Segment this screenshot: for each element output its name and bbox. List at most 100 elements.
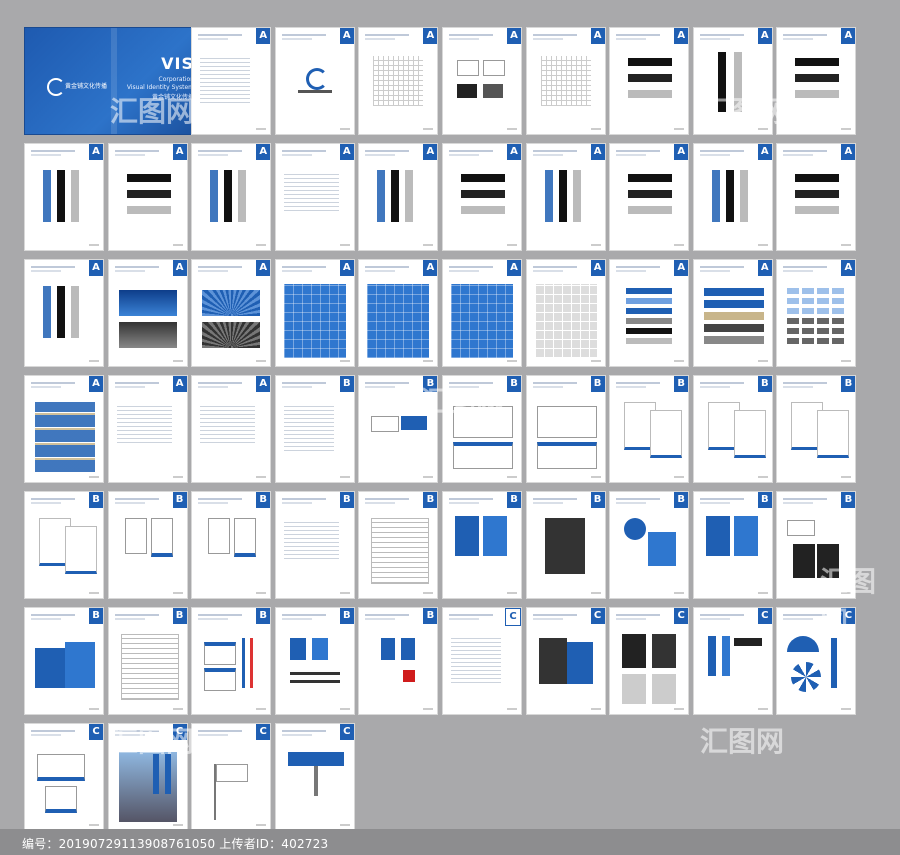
section-tab: A — [423, 144, 438, 160]
manual-page: B — [358, 607, 439, 715]
page-number-line — [674, 360, 685, 362]
page-header-line — [198, 38, 229, 40]
text-line — [283, 414, 334, 415]
page-header-line — [198, 34, 243, 36]
text-line — [200, 442, 256, 443]
page-header-line — [449, 34, 493, 36]
text-line — [200, 62, 251, 63]
page-number-line — [256, 128, 267, 130]
section-tab: A — [674, 260, 689, 276]
page-header-line — [449, 154, 479, 156]
logo-bar — [126, 206, 171, 214]
manual-page: B — [609, 375, 690, 483]
logo-row — [787, 308, 848, 314]
page-number-line — [841, 128, 852, 130]
page-header-line — [616, 38, 647, 40]
folder — [733, 516, 758, 556]
folder — [455, 516, 479, 556]
page-header-line — [31, 730, 75, 732]
page-header-line — [532, 150, 577, 152]
page-number-line — [757, 476, 768, 478]
manual-page: A — [274, 27, 355, 135]
text-line — [116, 430, 172, 431]
page-header-line — [31, 270, 61, 272]
page-header-line — [31, 266, 75, 268]
manual-page: A — [442, 259, 522, 367]
manual-page: C — [692, 607, 773, 715]
logo-box — [483, 60, 505, 76]
page-header-line — [114, 382, 159, 384]
folder — [705, 516, 730, 556]
page-number-line — [757, 128, 768, 130]
manual-page: A — [609, 27, 690, 135]
page-number-line — [172, 244, 183, 246]
text-line — [283, 206, 339, 207]
page-number-line — [89, 360, 99, 362]
page-number-line — [256, 476, 267, 478]
section-tab: B — [674, 376, 689, 392]
cover-line3: 黄金铺文化传播 — [151, 94, 194, 101]
page-header-line — [699, 382, 744, 384]
manual-page: A — [609, 259, 690, 367]
logo-bar — [733, 52, 742, 112]
text-line — [283, 178, 339, 179]
text-line — [116, 422, 172, 423]
logo-bar — [725, 170, 734, 222]
page-number-line — [256, 708, 267, 710]
logo-bar — [558, 170, 567, 222]
page-header-line — [198, 730, 243, 732]
envelope — [536, 406, 597, 438]
logo-bar — [795, 58, 840, 66]
text-line — [283, 442, 334, 443]
page-header-line — [31, 734, 61, 736]
manual-page: A — [776, 143, 857, 251]
form-sheet — [120, 634, 179, 700]
section-tab: C — [505, 608, 521, 626]
ray-pattern — [202, 322, 261, 348]
page-header-line — [616, 150, 661, 152]
section-tab: A — [423, 28, 438, 44]
section-tab: A — [757, 28, 772, 44]
page-header-line — [281, 498, 326, 500]
page-header-line — [31, 154, 61, 156]
page-number-line — [423, 592, 434, 594]
color-table — [35, 402, 95, 472]
page-header-line — [699, 386, 730, 388]
logo-wordmark — [297, 90, 332, 93]
section-tab: A — [172, 376, 187, 392]
text-line — [116, 426, 172, 427]
page-header-line — [281, 34, 326, 36]
color-swatch — [626, 318, 673, 324]
page-header-line — [198, 382, 243, 384]
page-number-line — [423, 360, 434, 362]
logo-bar — [795, 190, 840, 198]
text-line — [283, 534, 339, 535]
page-header-line — [198, 502, 229, 504]
manual-page: B — [692, 375, 773, 483]
manual-page: A — [525, 27, 606, 135]
business-card — [371, 416, 400, 432]
pad — [793, 544, 816, 578]
manual-page: A — [274, 259, 355, 367]
logo-bar — [126, 190, 171, 198]
section-tab: A — [674, 28, 689, 44]
manual-page: A — [358, 143, 439, 251]
section-tab: A — [256, 28, 271, 44]
page-header-line — [532, 386, 563, 388]
text-line — [116, 438, 172, 439]
section-tab: B — [256, 608, 271, 624]
page-number-line — [256, 592, 267, 594]
page-header-line — [532, 614, 577, 616]
cover-line1: Corporation — [158, 76, 194, 83]
section-tab: A — [590, 144, 605, 160]
page-number-line — [89, 592, 99, 594]
page-number-line — [590, 244, 601, 246]
page-header-line — [198, 734, 229, 736]
logo-row — [787, 288, 848, 294]
section-tab: A — [89, 376, 103, 392]
page-number-line — [841, 476, 852, 478]
page-header-line — [114, 614, 159, 616]
watermark: 汇图网 — [700, 725, 785, 758]
page-header-line — [365, 386, 396, 388]
section-tab: A — [674, 144, 689, 160]
